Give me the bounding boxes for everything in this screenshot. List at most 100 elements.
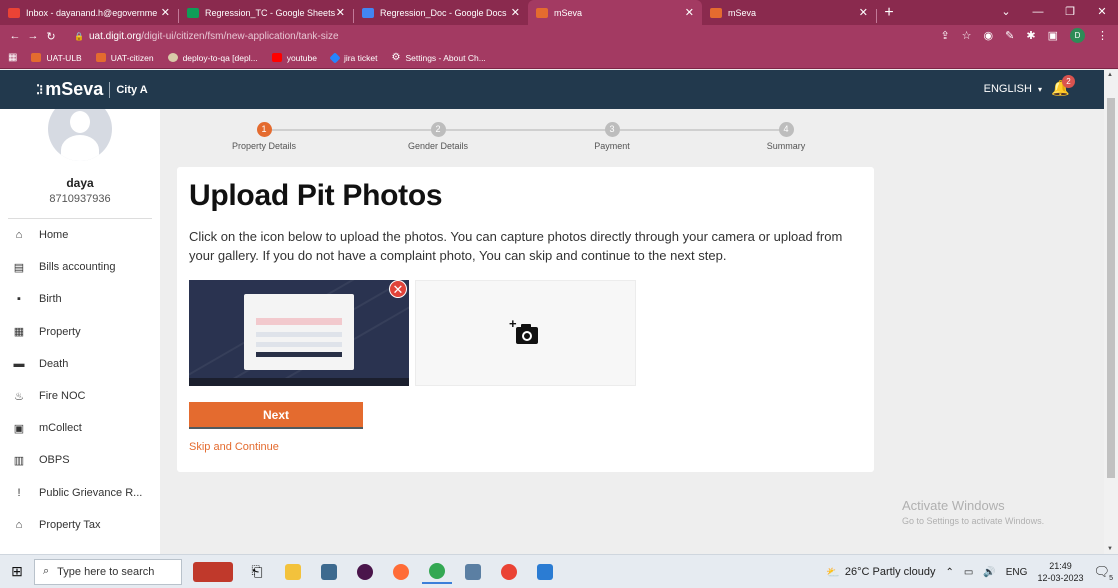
close-icon[interactable]: ✕ [161,6,170,19]
mseva-icon [710,7,722,18]
close-icon[interactable]: ✕ [511,6,520,19]
slack-icon[interactable] [350,560,380,584]
windows-start-icon[interactable]: ⊞ [0,563,34,580]
profile-avatar[interactable]: D [1070,28,1085,43]
sidebar-item-partial[interactable]: ▴ [0,541,160,554]
minimize-icon[interactable]: — [1022,0,1054,25]
taskbar-app-icon[interactable] [314,560,344,584]
photos-icon[interactable] [530,560,560,584]
url-path: /digit-ui/citizen/fsm/new-application/ta… [141,30,339,42]
property-icon: ▦ [13,326,25,339]
sidebar-item-bills-accounting[interactable]: ▤ Bills accounting [0,251,160,283]
bookmark-label: UAT-citizen [110,52,154,63]
close-icon[interactable]: ✕ [859,6,868,19]
browser-tab[interactable]: Regression_Doc - Google Docs ✕ [354,0,528,25]
taskbar-app-news[interactable] [190,560,236,584]
taskbar-app-icon[interactable] [458,560,488,584]
weather-widget[interactable]: ⛅ 26°C Partly cloudy [826,566,935,579]
tray-network-icon[interactable]: ▭ [964,567,973,578]
close-window-icon[interactable]: ✕ [1086,0,1118,25]
language-indicator[interactable]: ENG [1006,567,1028,578]
postman-icon[interactable] [386,560,416,584]
forward-icon[interactable]: → [24,30,42,42]
app-header: ⁚⁝ mSeva City A ENGLISH ▾ 🔔 2 [0,70,1104,109]
sidebar-item-property-tax[interactable]: ⌂ Property Tax [0,509,160,541]
bookmark-item[interactable]: deploy-to-qa [depl... [167,53,258,63]
sidebar-item-home[interactable]: ⌂ Home [0,219,160,251]
sidebar-item-fire-noc[interactable]: ♨ Fire NOC [0,380,160,412]
step-summary: 4 Summary [726,122,846,151]
chrome-icon[interactable] [422,560,452,584]
bookmark-label: youtube [286,52,317,63]
bookmark-item[interactable]: UAT-citizen [95,52,154,63]
sidebar-menu: ⌂ Home ▤ Bills accounting ▪ Birth ▦ Property… [0,219,160,554]
city-name: City A [116,83,148,96]
extension-icon[interactable]: ◉ [984,29,994,42]
uploaded-photo-thumbnail[interactable] [189,280,409,386]
next-button[interactable]: Next [189,402,363,429]
bookmark-label: Settings - About Ch... [405,52,486,63]
language-label: ENGLISH [983,83,1032,95]
bookmark-item[interactable]: UAT-ULB [31,52,82,63]
bookmark-item[interactable]: youtube [271,52,317,63]
sidebar-item-death[interactable]: ▬ Death [0,348,160,380]
sidebar-item-label: Fire NOC [39,390,86,403]
url-field[interactable]: 🔒 uat.digit.org /digit-ui/citizen/fsm/ne… [74,31,339,42]
close-icon[interactable]: ✕ [336,6,345,19]
share-icon[interactable]: ⇪ [940,29,949,42]
chrome-icon[interactable] [494,560,524,584]
scroll-down-icon[interactable]: ▼ [1107,546,1113,552]
close-icon[interactable]: ✕ [685,6,694,19]
apps-icon[interactable]: ▦ [8,52,17,63]
scroll-thumb[interactable] [1107,98,1115,478]
browser-tab-active[interactable]: mSeva ✕ [528,0,702,25]
extensions-puzzle-icon[interactable]: ✱ [1026,29,1035,42]
user-name: daya [66,176,94,190]
sidebar-item-label: Bills accounting [39,261,116,274]
taskbar-search-input[interactable]: ⌕ Type here to search [34,558,182,585]
menu-kebab-icon[interactable]: ⋮ [1097,29,1108,42]
address-bar: ← → ↻ 🔒 uat.digit.org /digit-ui/citizen/… [0,25,1118,47]
bookmark-item[interactable]: jira ticket [329,51,378,64]
add-photo-button[interactable]: + [415,280,636,386]
sidepanel-icon[interactable]: ▣ [1048,29,1058,42]
sidebar-item-mcollect[interactable]: ▣ mCollect [0,412,160,444]
page-scrollbar[interactable]: ▲ ▼ [1104,70,1118,554]
browser-tab[interactable]: Regression_TC - Google Sheets ✕ [179,0,353,25]
bookmark-icon [31,53,42,62]
scroll-up-icon[interactable]: ▲ [1107,72,1113,78]
sidebar-item-public-grievance[interactable]: ! Public Grievance R... [0,477,160,509]
bookmark-star-icon[interactable]: ☆ [962,29,972,42]
bookmark-item[interactable]: ⚙ Settings - About Ch... [392,52,486,63]
sidebar-item-obps[interactable]: ▥ OBPS [0,444,160,476]
skip-and-continue-link[interactable]: Skip and Continue [189,441,279,453]
extension-pen-icon[interactable]: ✎ [1005,29,1014,42]
tray-chevron-up-icon[interactable]: ⌃ [945,567,953,578]
browser-tab[interactable]: Inbox - dayanand.h@egovernme ✕ [0,0,178,25]
brand-logo[interactable]: ⁚⁝ mSeva City A [36,79,148,100]
watermark-line1: Activate Windows [902,498,1005,513]
activate-windows-watermark: Activate Windows Go to Settings to activ… [902,498,1044,526]
sidebar-item-birth[interactable]: ▪ Birth [0,283,160,315]
restore-icon[interactable]: ❐ [1054,0,1086,25]
bookmark-label: UAT-ULB [46,52,82,63]
collect-icon: ▣ [13,422,25,435]
tab-search-icon[interactable]: ⌄ [990,0,1022,25]
file-explorer-icon[interactable] [278,560,308,584]
sidebar-item-label: Property Tax [39,518,101,531]
back-icon[interactable]: ← [6,30,24,42]
browser-tab[interactable]: mSeva ✕ [702,0,876,25]
new-tab-button[interactable]: + [877,0,901,25]
weather-text: 26°C Partly cloudy [844,566,936,578]
taskbar-clock[interactable]: 21:49 12-03-2023 [1037,560,1083,584]
sidebar-item-property[interactable]: ▦ Property [0,316,160,348]
sidebar-item-label: Birth [39,293,62,306]
notification-center-icon[interactable]: 🗨 5 [1093,564,1113,582]
volume-icon[interactable]: 🔊 [983,567,995,578]
task-view-icon[interactable]: ⎗ [242,560,272,584]
clock-time: 21:49 [1049,561,1072,571]
language-selector[interactable]: ENGLISH ▾ [984,83,1042,95]
step-label: Summary [766,141,806,151]
remove-photo-icon[interactable]: ✕ [389,280,407,298]
reload-icon[interactable]: ↻ [42,30,60,43]
